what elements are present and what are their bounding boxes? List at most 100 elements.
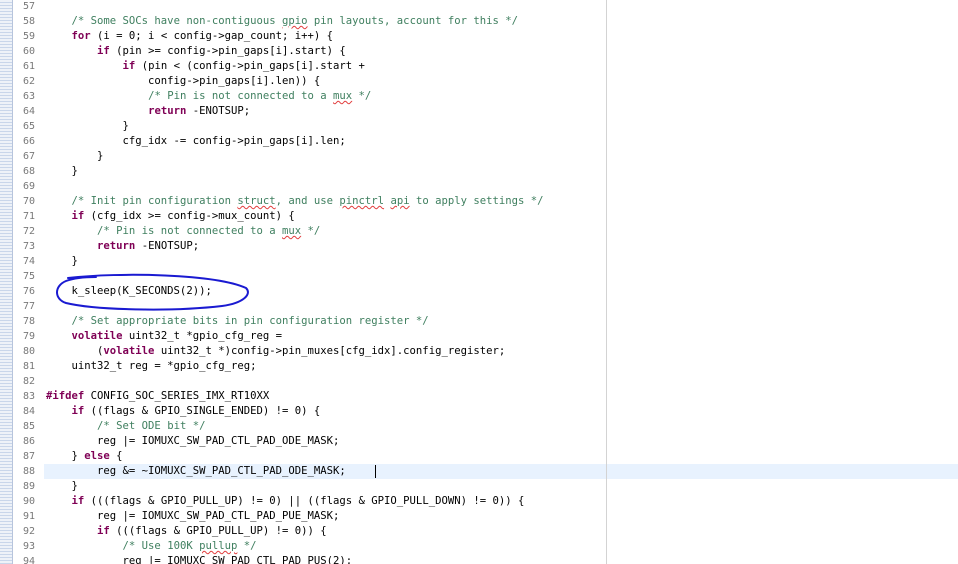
code-text: if ((flags & GPIO_SINGLE_ENDED) != 0) { (46, 404, 321, 419)
code-line[interactable]: 66 cfg_idx -= config->pin_gaps[i].len; (0, 134, 958, 149)
code-line[interactable]: 77 (0, 299, 958, 314)
code-text: /* Pin is not connected to a mux */ (46, 89, 371, 104)
code-line[interactable]: 67 } (0, 149, 958, 164)
code-token: else (84, 450, 110, 462)
code-token: -ENOTSUP; (135, 240, 200, 252)
code-token: (i = 0; i < config->gap_count; i++) { (90, 30, 334, 42)
code-line[interactable]: 61 if (pin < (config->pin_gaps[i].start … (0, 59, 958, 74)
code-token: uint32_t *)config->pin_muxes[cfg_idx].co… (154, 345, 506, 357)
line-number: 64 (22, 106, 35, 117)
code-text: } (46, 479, 78, 494)
code-text: /* Some SOCs have non-contiguous gpio pi… (46, 14, 518, 29)
code-line[interactable]: 81 uint32_t reg = *gpio_cfg_reg; (0, 359, 958, 374)
code-text: if (((flags & GPIO_PULL_UP) != 0)) { (46, 524, 327, 539)
code-line[interactable]: 71 if (cfg_idx >= config->mux_count) { (0, 209, 958, 224)
code-line[interactable]: 94 reg |= IOMUXC_SW_PAD_CTL_PAD_PUS(2); (0, 554, 958, 564)
code-text: reg |= IOMUXC_SW_PAD_CTL_PAD_PUS(2); (46, 554, 353, 564)
line-number: 86 (22, 436, 35, 447)
code-line[interactable]: 58 /* Some SOCs have non-contiguous gpio… (0, 14, 958, 29)
code-line[interactable]: 60 if (pin >= config->pin_gaps[i].start)… (0, 44, 958, 59)
code-token: */ (301, 225, 321, 237)
code-line[interactable]: 88 reg &= ~IOMUXC_SW_PAD_CTL_PAD_ODE_MAS… (0, 464, 958, 479)
line-number: 87 (22, 451, 35, 462)
code-line[interactable]: 78 /* Set appropriate bits in pin config… (0, 314, 958, 329)
code-token: api (390, 195, 410, 207)
code-token: if (122, 60, 136, 72)
line-number: 65 (22, 121, 35, 132)
code-line[interactable]: 73 return -ENOTSUP; (0, 239, 958, 254)
code-line[interactable]: 57 (0, 0, 958, 14)
code-token: } (46, 255, 78, 267)
code-token: return (97, 240, 136, 252)
line-number: 94 (22, 556, 35, 564)
code-token: mux (282, 225, 302, 237)
code-text: if (((flags & GPIO_PULL_UP) != 0) || ((f… (46, 494, 525, 509)
code-text: if (cfg_idx >= config->mux_count) { (46, 209, 295, 224)
line-number: 81 (22, 361, 35, 372)
code-text: return -ENOTSUP; (46, 104, 250, 119)
code-text: } (46, 149, 103, 164)
code-line[interactable]: 84 if ((flags & GPIO_SINGLE_ENDED) != 0)… (0, 404, 958, 419)
code-text: uint32_t reg = *gpio_cfg_reg; (46, 359, 257, 374)
code-line[interactable]: 91 reg |= IOMUXC_SW_PAD_CTL_PAD_PUE_MASK… (0, 509, 958, 524)
code-token: to apply settings */ (409, 195, 544, 207)
code-token: (cfg_idx >= config->mux_count) { (84, 210, 295, 222)
code-token: } (46, 165, 78, 177)
code-token: reg |= IOMUXC_SW_PAD_CTL_PAD_PUE_MASK; (46, 510, 340, 522)
code-line[interactable]: 65 } (0, 119, 958, 134)
code-text: /* Use 100K pullup */ (46, 539, 257, 554)
code-token: /* Init pin configuration (71, 195, 238, 207)
code-text: config->pin_gaps[i].len)) { (46, 74, 320, 89)
code-line[interactable]: 68 } (0, 164, 958, 179)
line-number: 80 (22, 346, 35, 357)
code-token: reg |= IOMUXC_SW_PAD_CTL_PAD_PUS(2); (46, 555, 353, 564)
code-text: /* Pin is not connected to a mux */ (46, 224, 320, 239)
code-line[interactable]: 70 /* Init pin configuration struct, and… (0, 194, 958, 209)
code-text: if (pin < (config->pin_gaps[i].start + (46, 59, 365, 74)
code-token: /* Use 100K (122, 540, 200, 552)
code-line[interactable]: 75 (0, 269, 958, 284)
code-token: for (71, 30, 91, 42)
code-line[interactable]: 90 if (((flags & GPIO_PULL_UP) != 0) || … (0, 494, 958, 509)
code-line[interactable]: 76 k_sleep(K_SECONDS(2)); (0, 284, 958, 299)
code-token: struct (237, 195, 276, 207)
code-token: volatile (103, 345, 155, 357)
code-line[interactable]: 69 (0, 179, 958, 194)
code-token: if (97, 525, 110, 537)
code-token: k_sleep(K_SECONDS(2)); (46, 285, 212, 297)
code-line[interactable]: 87 } else { (0, 449, 958, 464)
line-number: 71 (22, 211, 35, 222)
code-token: /* Pin is not connected to a (97, 225, 282, 237)
code-line[interactable]: 80 (volatile uint32_t *)config->pin_muxe… (0, 344, 958, 359)
code-line[interactable]: 64 return -ENOTSUP; (0, 104, 958, 119)
line-number: 66 (22, 136, 35, 147)
code-line[interactable]: 86 reg |= IOMUXC_SW_PAD_CTL_PAD_ODE_MASK… (0, 434, 958, 449)
code-line[interactable]: 83 #ifdef CONFIG_SOC_SERIES_IMX_RT10XX (0, 389, 958, 404)
code-line[interactable]: 89 } (0, 479, 958, 494)
code-line[interactable]: 93 /* Use 100K pullup */ (0, 539, 958, 554)
line-number: 68 (22, 166, 35, 177)
line-number: 92 (22, 526, 35, 537)
code-text: volatile uint32_t *gpio_cfg_reg = (46, 329, 282, 344)
code-line[interactable]: 63 /* Pin is not connected to a mux */ (0, 89, 958, 104)
line-number: 57 (22, 1, 35, 12)
code-line[interactable]: 74 } (0, 254, 958, 269)
code-token: } (46, 120, 129, 132)
code-line[interactable]: 92 if (((flags & GPIO_PULL_UP) != 0)) { (0, 524, 958, 539)
code-line[interactable]: 72 /* Pin is not connected to a mux */ (0, 224, 958, 239)
line-number: 72 (22, 226, 35, 237)
code-line[interactable]: 79 volatile uint32_t *gpio_cfg_reg = (0, 329, 958, 344)
code-line[interactable]: 85 /* Set ODE bit */ (0, 419, 958, 434)
line-number: 77 (22, 301, 35, 312)
code-text: } (46, 119, 129, 134)
code-line[interactable]: 82 (0, 374, 958, 389)
line-number: 88 (22, 466, 35, 477)
code-line[interactable]: 59 for (i = 0; i < config->gap_count; i+… (0, 29, 958, 44)
code-token: ((flags & GPIO_SINGLE_ENDED) != 0) { (84, 405, 321, 417)
code-line[interactable]: 62 config->pin_gaps[i].len)) { (0, 74, 958, 89)
code-editor[interactable]: 57 58 /* Some SOCs have non-contiguous gp… (0, 0, 958, 564)
code-token: if (71, 495, 85, 507)
